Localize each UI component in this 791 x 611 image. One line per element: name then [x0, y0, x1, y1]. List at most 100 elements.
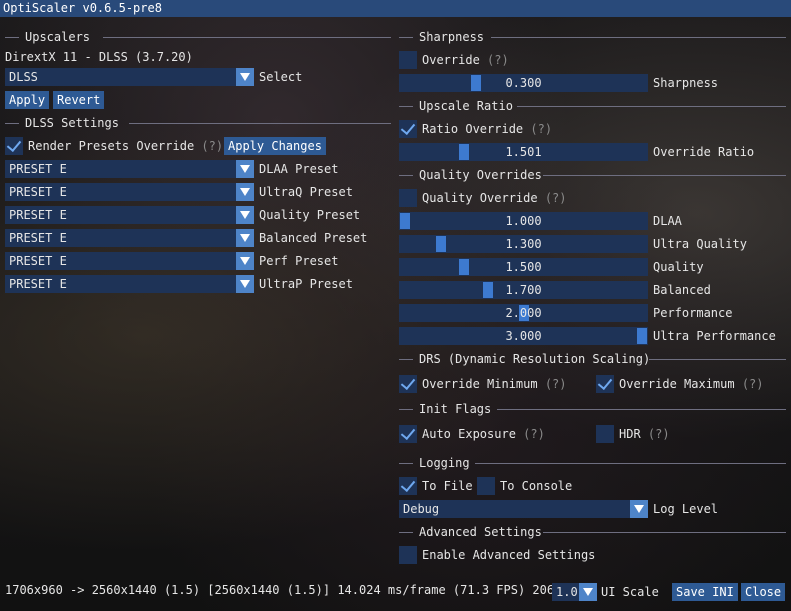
preset-combo-value: PRESET E — [9, 231, 67, 245]
quality-ratio-slider[interactable]: 1.700 — [399, 281, 648, 299]
chevron-down-icon[interactable] — [236, 229, 254, 247]
enable-advanced-settings-checkbox[interactable] — [399, 546, 417, 564]
help-icon[interactable]: (?) — [530, 122, 552, 136]
chevron-down-icon[interactable] — [579, 583, 597, 601]
log-level-combo[interactable]: Debug — [399, 500, 648, 518]
ratio-override-label: Ratio Override (?) — [422, 122, 553, 136]
window-title: OptiScaler v0.6.5-pre8 — [0, 0, 791, 17]
quality-ratio-label: Ultra Quality — [653, 237, 747, 251]
override-ratio-slider[interactable]: 1.501 — [399, 143, 648, 161]
override-ratio-label: Override Ratio — [653, 145, 755, 159]
preset-combo[interactable]: PRESET E — [5, 252, 254, 270]
slider-grab-handle[interactable] — [400, 213, 410, 229]
quality-override-checkbox[interactable] — [399, 189, 417, 207]
render-presets-override-checkbox[interactable] — [5, 137, 23, 155]
chevron-down-icon[interactable] — [236, 68, 254, 86]
chevron-down-icon[interactable] — [236, 206, 254, 224]
chevron-down-icon[interactable] — [236, 252, 254, 270]
override-minimum-label: Override Minimum (?) — [422, 377, 567, 391]
quality-ratio-slider[interactable]: 3.000 — [399, 327, 648, 345]
preset-combo[interactable]: PRESET E — [5, 206, 254, 224]
enable-advanced-settings-label: Enable Advanced Settings — [422, 548, 596, 562]
override-maximum-label: Override Maximum (?) — [619, 377, 764, 391]
preset-combo[interactable]: PRESET E — [5, 275, 254, 293]
help-icon[interactable]: (?) — [545, 191, 567, 205]
preset-combo[interactable]: PRESET E — [5, 183, 254, 201]
quality-ratio-label: DLAA — [653, 214, 682, 228]
preset-combo-value: PRESET E — [9, 254, 67, 268]
slider-grab-handle[interactable] — [435, 236, 446, 252]
frame-stats-text: 1706x960 -> 2560x1440 (1.5) [2560x1440 (… — [5, 583, 562, 597]
help-icon[interactable]: (?) — [201, 139, 223, 153]
dlss-settings-header: DLSS Settings — [5, 115, 391, 131]
upscaler-select-combo[interactable]: DLSS — [5, 68, 254, 86]
revert-button[interactable]: Revert — [53, 91, 105, 109]
close-button[interactable]: Close — [741, 583, 786, 601]
chevron-down-icon[interactable] — [236, 275, 254, 293]
ui-scale-value: 1.0 — [556, 585, 578, 599]
quality-override-label: Quality Override (?) — [422, 191, 567, 205]
quality-ratio-label: Quality — [653, 260, 704, 274]
save-ini-button[interactable]: Save INI — [672, 583, 738, 601]
init-flags-header: Init Flags — [399, 401, 786, 417]
quality-ratio-value: 2.000 — [505, 306, 542, 320]
quality-ratio-value: 1.500 — [505, 260, 542, 274]
preset-label: Perf Preset — [259, 254, 339, 268]
quality-ratio-slider[interactable]: 1.300 — [399, 235, 648, 253]
help-icon[interactable]: (?) — [487, 53, 509, 67]
chevron-down-icon[interactable] — [236, 183, 254, 201]
apply-button[interactable]: Apply — [5, 91, 50, 109]
preset-combo[interactable]: PRESET E — [5, 229, 254, 247]
preset-label: Quality Preset — [259, 208, 361, 222]
slider-grab-handle[interactable] — [471, 75, 482, 91]
ui-scale-label: UI Scale — [601, 585, 659, 599]
preset-combo[interactable]: PRESET E — [5, 160, 254, 178]
override-ratio-value: 1.501 — [505, 145, 542, 159]
log-to-file-label: To File — [422, 479, 473, 493]
sharpness-override-checkbox[interactable] — [399, 51, 417, 69]
apply-changes-button[interactable]: Apply Changes — [224, 137, 326, 155]
preset-combo-value: PRESET E — [9, 162, 67, 176]
hdr-checkbox[interactable] — [596, 425, 614, 443]
sharpness-slider-label: Sharpness — [653, 76, 719, 90]
log-to-file-checkbox[interactable] — [399, 477, 417, 495]
quality-ratio-slider[interactable]: 1.500 — [399, 258, 648, 276]
ratio-override-checkbox[interactable] — [399, 120, 417, 138]
upscaler-select-value: DLSS — [9, 70, 38, 84]
quality-ratio-value: 1.700 — [505, 283, 542, 297]
preset-label: Balanced Preset — [259, 231, 368, 245]
sharpness-value: 0.300 — [505, 76, 542, 90]
current-upscaler-label: DirextX 11 - DLSS (3.7.20) — [5, 50, 193, 64]
slider-grab-handle[interactable] — [637, 328, 647, 344]
chevron-down-icon[interactable] — [630, 500, 648, 518]
help-icon[interactable]: (?) — [545, 377, 567, 391]
override-minimum-checkbox[interactable] — [399, 375, 417, 393]
log-to-console-checkbox[interactable] — [477, 477, 495, 495]
quality-ratio-value: 1.300 — [505, 237, 542, 251]
auto-exposure-label: Auto Exposure (?) — [422, 427, 545, 441]
slider-grab-handle[interactable] — [482, 282, 493, 298]
slider-grab-handle[interactable] — [459, 259, 470, 275]
upscale-ratio-header: Upscale Ratio — [399, 98, 786, 114]
override-maximum-checkbox[interactable] — [596, 375, 614, 393]
advanced-settings-header: Advanced Settings — [399, 524, 786, 540]
render-presets-override-label: Render Presets Override (?) — [28, 139, 224, 153]
help-icon[interactable]: (?) — [742, 377, 764, 391]
sharpness-slider[interactable]: 0.300 — [399, 74, 648, 92]
help-icon[interactable]: (?) — [648, 427, 670, 441]
preset-combo-value: PRESET E — [9, 208, 67, 222]
upscalers-header: Upscalers — [5, 29, 391, 45]
preset-label: UltraP Preset — [259, 277, 353, 291]
quality-overrides-header: Quality Overrides — [399, 167, 786, 183]
ui-scale-combo[interactable]: 1.0 — [552, 583, 597, 601]
sharpness-override-label: Override (?) — [422, 53, 509, 67]
quality-ratio-label: Balanced — [653, 283, 711, 297]
quality-ratio-slider[interactable]: 2.000 — [399, 304, 648, 322]
quality-ratio-label: Performance — [653, 306, 733, 320]
quality-ratio-value: 3.000 — [505, 329, 542, 343]
help-icon[interactable]: (?) — [523, 427, 545, 441]
chevron-down-icon[interactable] — [236, 160, 254, 178]
quality-ratio-slider[interactable]: 1.000 — [399, 212, 648, 230]
slider-grab-handle[interactable] — [459, 144, 470, 160]
auto-exposure-checkbox[interactable] — [399, 425, 417, 443]
